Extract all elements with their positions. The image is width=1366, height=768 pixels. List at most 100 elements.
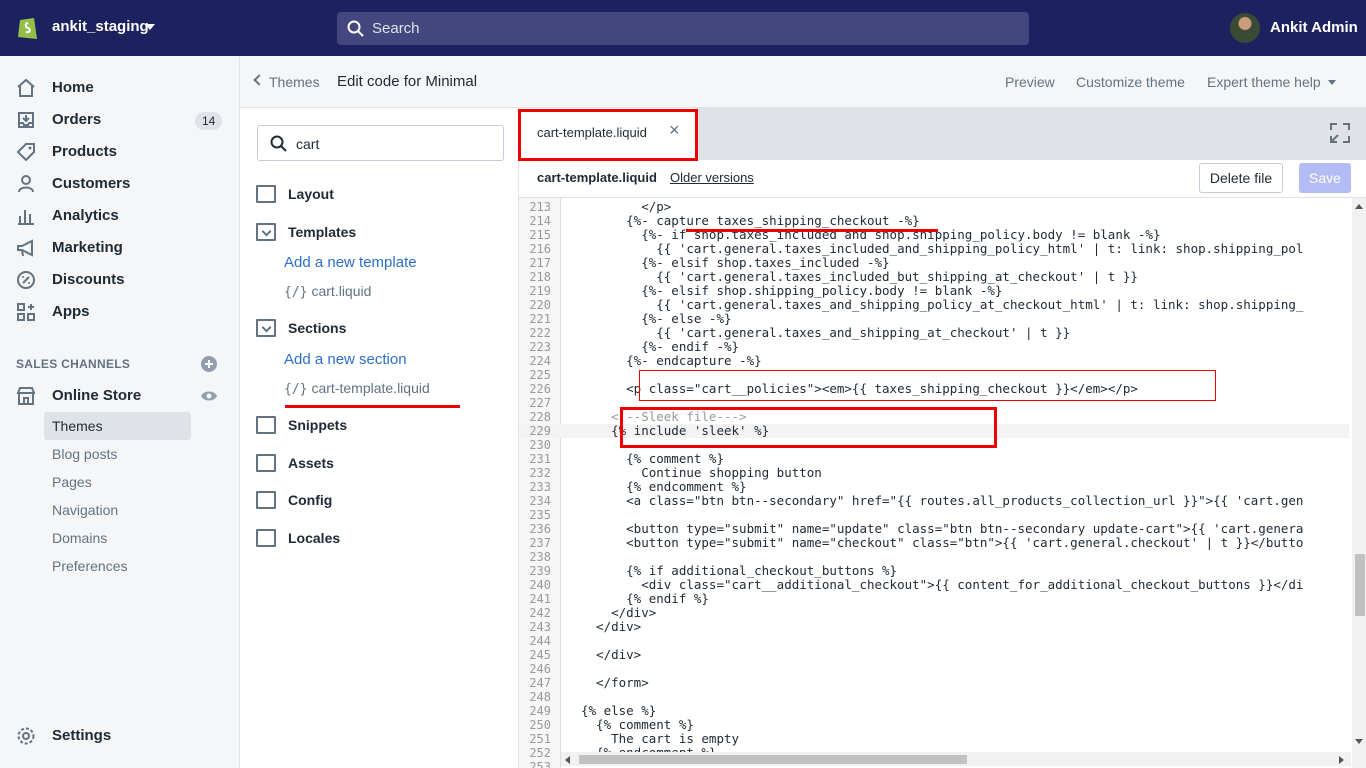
add-template-link[interactable]: Add a new template [284, 254, 417, 271]
sub-item-themes[interactable]: Themes [44, 412, 191, 440]
eye-icon[interactable] [200, 390, 218, 402]
code-line[interactable]: 241 {% endif %} [519, 592, 1349, 607]
delete-file-button[interactable]: Delete file [1199, 163, 1283, 193]
code-line[interactable]: 243 </div> [519, 620, 1349, 635]
person-icon [18, 175, 34, 193]
code-line[interactable]: 219 {%- elsif shop.shipping_policy.body … [519, 284, 1349, 299]
code-line[interactable]: 247 </form> [519, 676, 1349, 691]
shopify-logo-icon[interactable] [16, 13, 40, 41]
nav-item-customers[interactable]: Customers [0, 168, 240, 200]
folder-assets[interactable]: Assets [256, 450, 506, 478]
horizontal-scroll-thumb[interactable] [579, 755, 967, 764]
file-search-input[interactable]: cart [257, 125, 504, 161]
save-button[interactable]: Save [1299, 163, 1351, 193]
avatar[interactable] [1230, 13, 1260, 43]
folder-layout[interactable]: Layout [256, 181, 506, 209]
sub-item-preferences[interactable]: Preferences [44, 552, 191, 580]
nav-item-home[interactable]: Home [0, 72, 240, 104]
preview-link[interactable]: Preview [1005, 74, 1055, 90]
code-line[interactable]: 217 {%- elsif shop.taxes_included -%} [519, 256, 1349, 271]
nav-item-discounts[interactable]: Discounts [0, 264, 240, 296]
folder-sections[interactable]: Sections [256, 315, 506, 343]
scroll-right-arrow-icon[interactable] [1339, 756, 1344, 764]
code-line[interactable]: 216 {{ 'cart.general.taxes_included_and_… [519, 242, 1349, 257]
file-browser: cart Layout Templates Add a new template… [240, 108, 519, 768]
gear-icon [17, 727, 35, 745]
code-editor[interactable]: 213 </p> 214 {%- capture taxes_shipping_c… [519, 198, 1366, 768]
code-line[interactable]: 218 {{ 'cart.general.taxes_included_but_… [519, 270, 1349, 285]
nav-label: Marketing [52, 239, 123, 256]
chevron-left-icon[interactable] [253, 74, 265, 86]
sub-item-blog-posts[interactable]: Blog posts [44, 440, 191, 468]
code-line[interactable]: 222 {{ 'cart.general.taxes_and_shipping_… [519, 326, 1349, 341]
sub-item-navigation[interactable]: Navigation [44, 496, 191, 524]
file-cart-liquid[interactable]: {/} cart.liquid [284, 283, 371, 300]
annotation-box-tab [518, 109, 698, 161]
code-line[interactable]: 223 {%- endif -%} [519, 340, 1349, 355]
vertical-scroll-thumb[interactable] [1355, 554, 1365, 616]
folder-label: Snippets [288, 417, 348, 433]
search-input[interactable]: Search [337, 12, 1029, 45]
code-line[interactable]: 220 {{ 'cart.general.taxes_and_shipping_… [519, 298, 1349, 313]
nav-item-marketing[interactable]: Marketing [0, 232, 240, 264]
folder-locales[interactable]: Locales [256, 525, 506, 553]
code-line[interactable]: 250 {% comment %} [519, 718, 1349, 733]
code-line[interactable]: 244 [519, 634, 1349, 648]
code-line[interactable]: 240 <div class="cart__additional_checkou… [519, 578, 1349, 593]
scroll-down-arrow-icon[interactable] [1355, 739, 1363, 744]
code-line[interactable]: 221 {%- else -%} [519, 312, 1349, 327]
folder-config[interactable]: Config [256, 487, 506, 515]
code-line[interactable]: 234 <a class="btn btn--secondary" href="… [519, 494, 1349, 509]
code-line[interactable]: 237 <button type="submit" name="checkout… [519, 536, 1349, 551]
code-line[interactable]: 232 Continue shopping button [519, 466, 1349, 481]
line-number: 232 [529, 466, 551, 480]
scroll-left-arrow-icon[interactable] [565, 756, 570, 764]
code-line[interactable]: 214 {%- capture taxes_shipping_checkout … [519, 214, 1349, 229]
code-line[interactable]: 239 {% if additional_checkout_buttons %} [519, 564, 1349, 579]
expert-theme-help-link[interactable]: Expert theme help [1207, 74, 1321, 90]
code-line[interactable]: 233 {% endcomment %} [519, 480, 1349, 495]
code-line[interactable]: 213 </p> [519, 200, 1349, 215]
code-line[interactable]: 236 <button type="submit" name="update" … [519, 522, 1349, 537]
expand-icon[interactable] [1329, 122, 1351, 144]
vertical-scrollbar[interactable] [1352, 198, 1366, 768]
code-line[interactable]: 238 [519, 550, 1349, 564]
code-line[interactable]: 249 {% else %} [519, 704, 1349, 719]
code-line[interactable]: 246 [519, 662, 1349, 676]
store-name[interactable]: ankit_staging [52, 18, 149, 35]
add-sales-channel-icon[interactable] [201, 356, 217, 372]
file-cart-template-liquid[interactable]: {/} cart-template.liquid [284, 380, 430, 397]
nav-item-analytics[interactable]: Analytics [0, 200, 240, 232]
scroll-up-arrow-icon[interactable] [1355, 204, 1363, 209]
code-line[interactable]: 251 The cart is empty [519, 732, 1349, 747]
file-name: cart.liquid [311, 283, 372, 299]
nav-item-apps[interactable]: Apps [0, 296, 240, 328]
back-to-themes-link[interactable]: Themes [269, 74, 320, 90]
nav-item-settings[interactable]: Settings [0, 720, 240, 752]
chevron-down-icon[interactable] [1328, 80, 1336, 85]
store-icon [16, 387, 36, 405]
sub-item-domains[interactable]: Domains [44, 524, 191, 552]
add-section-link[interactable]: Add a new section [284, 351, 407, 368]
code-line[interactable]: 231 {% comment %} [519, 452, 1349, 467]
folder-snippets[interactable]: Snippets [256, 412, 506, 440]
line-number: 251 [529, 732, 551, 746]
folder-label: Templates [288, 224, 357, 240]
code-line[interactable]: 248 [519, 690, 1349, 704]
user-name[interactable]: Ankit Admin [1270, 19, 1358, 36]
code-line[interactable]: 235 [519, 508, 1349, 522]
code-line[interactable]: 242 </div> [519, 606, 1349, 621]
chevron-down-icon[interactable] [145, 24, 155, 30]
code-line[interactable]: 245 </div> [519, 648, 1349, 663]
line-number: 220 [529, 298, 551, 312]
code-line[interactable]: 224 {%- endcapture -%} [519, 354, 1349, 369]
liquid-file-icon: {/} [284, 285, 308, 300]
nav-item-orders[interactable]: Orders 14 [0, 104, 240, 136]
nav-item-products[interactable]: Products [0, 136, 240, 168]
older-versions-link[interactable]: Older versions [670, 170, 754, 185]
line-number: 240 [529, 578, 551, 592]
folder-label: Assets [288, 455, 334, 471]
customize-theme-link[interactable]: Customize theme [1076, 74, 1185, 90]
folder-templates[interactable]: Templates [256, 219, 506, 247]
sub-item-pages[interactable]: Pages [44, 468, 191, 496]
